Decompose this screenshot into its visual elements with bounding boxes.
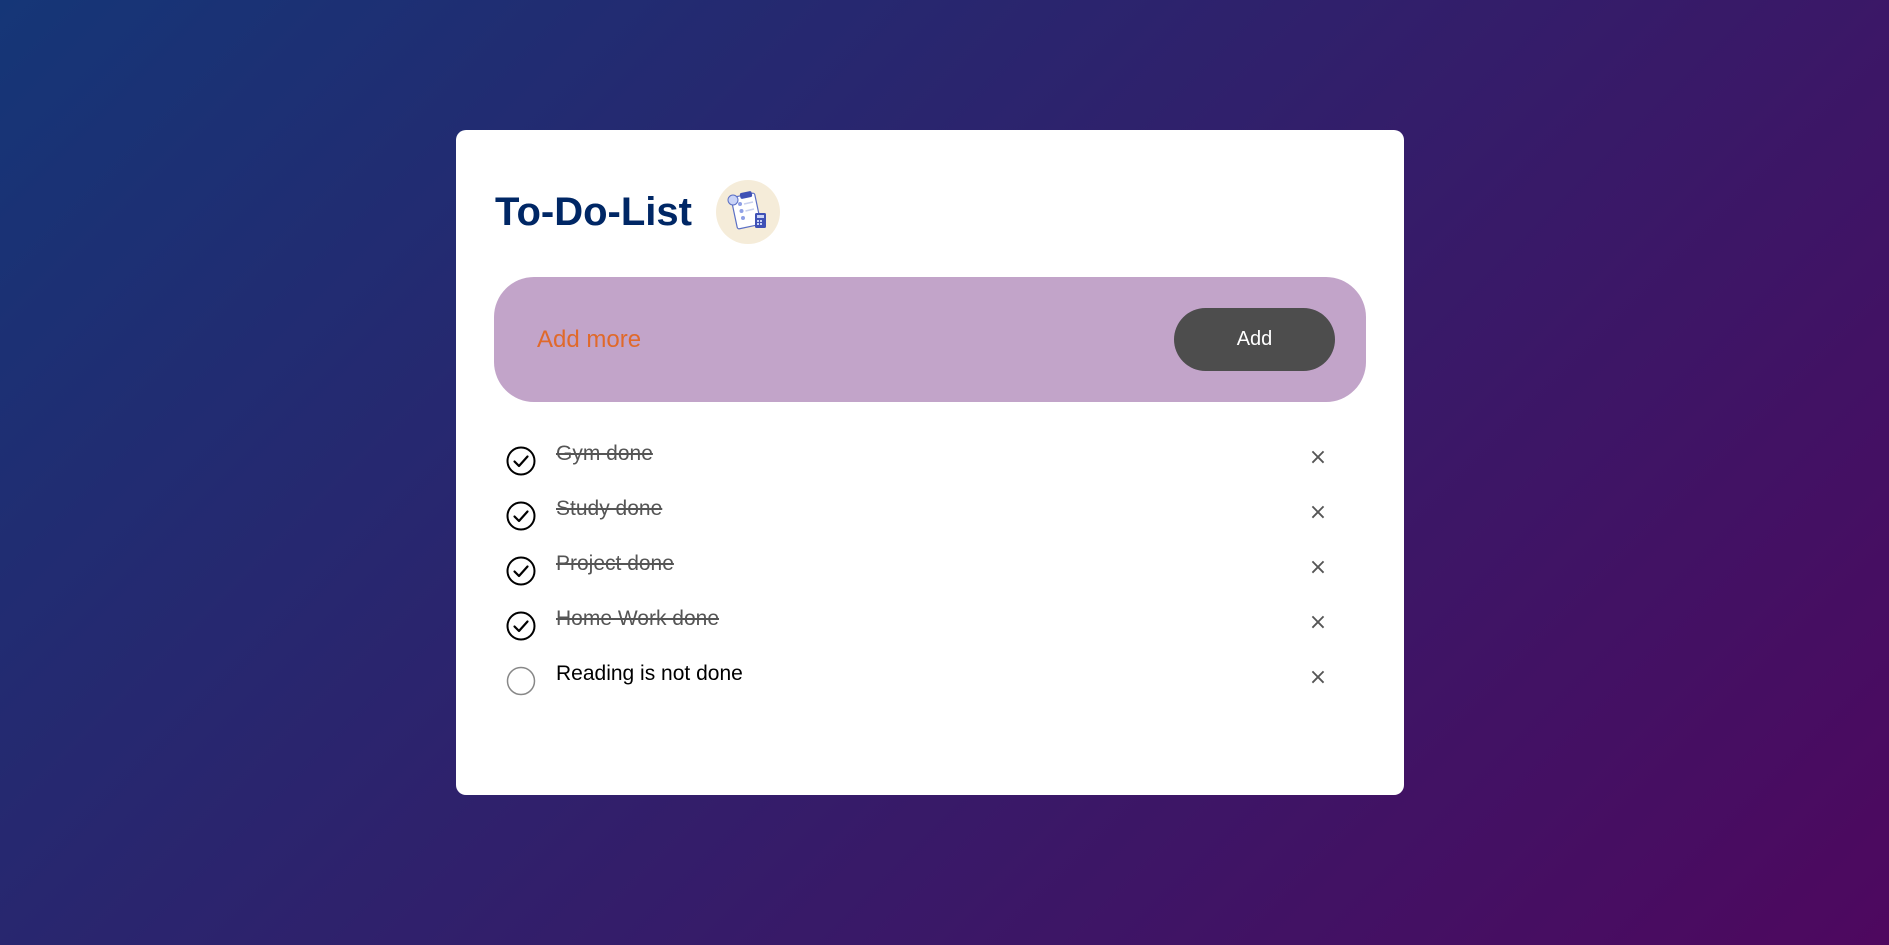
- close-icon[interactable]: ×: [1308, 447, 1328, 469]
- close-icon[interactable]: ×: [1308, 502, 1328, 524]
- checked-circle-icon[interactable]: [506, 611, 536, 641]
- checked-circle-icon[interactable]: [506, 556, 536, 586]
- task-item[interactable]: Gym done ×: [506, 440, 1328, 495]
- task-input[interactable]: [494, 308, 1174, 371]
- close-icon[interactable]: ×: [1308, 667, 1328, 689]
- clipboard-checklist-icon: [715, 180, 780, 244]
- task-item[interactable]: Reading is not done ×: [506, 660, 1328, 715]
- close-icon[interactable]: ×: [1308, 557, 1328, 579]
- add-task-bar: Add: [494, 277, 1366, 402]
- page-title: To-Do-List: [495, 189, 692, 234]
- task-item[interactable]: Home Work done ×: [506, 605, 1328, 660]
- close-icon[interactable]: ×: [1308, 612, 1328, 634]
- task-list: Gym done × Study done × Project done × H…: [506, 440, 1328, 715]
- task-text: Reading is not done: [556, 662, 743, 685]
- task-text: Project done: [556, 552, 674, 575]
- header: To-Do-List: [495, 180, 780, 244]
- checked-circle-icon[interactable]: [506, 446, 536, 476]
- empty-circle-icon[interactable]: [506, 666, 536, 696]
- todo-card: To-Do-List Add more Add Gym done × Study…: [456, 130, 1404, 795]
- checked-circle-icon[interactable]: [506, 501, 536, 531]
- task-text: Gym done: [556, 442, 653, 465]
- add-button[interactable]: Add: [1174, 308, 1335, 371]
- task-text: Home Work done: [556, 607, 720, 630]
- task-item[interactable]: Study done ×: [506, 495, 1328, 550]
- task-text: Study done: [556, 497, 663, 520]
- task-item[interactable]: Project done ×: [506, 550, 1328, 605]
